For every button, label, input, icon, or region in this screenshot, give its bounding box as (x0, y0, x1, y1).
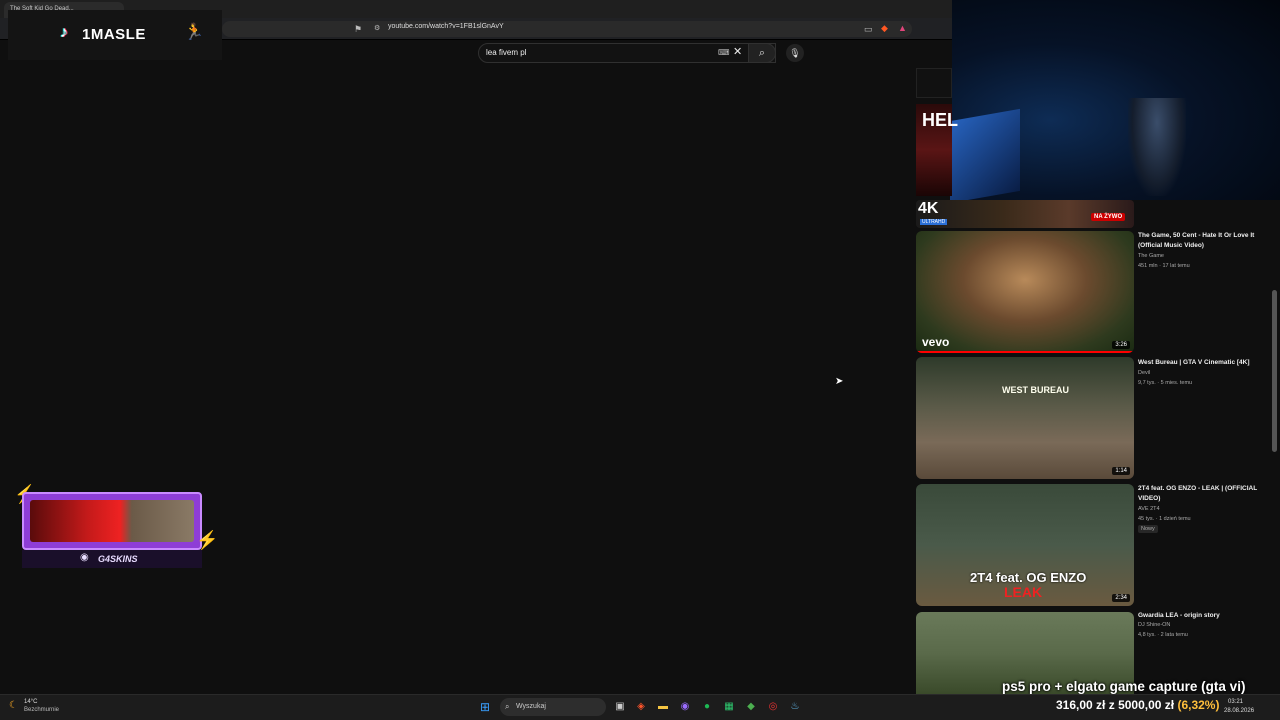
video-title[interactable]: Gwardia LEA - origin story (1138, 611, 1268, 621)
file-explorer-icon[interactable]: ▬ (656, 700, 670, 714)
weather-temp[interactable]: 14°C (24, 699, 37, 705)
runner-icon: 🏃 (184, 24, 204, 41)
brave-browser-icon[interactable]: ◈ (634, 700, 648, 714)
goal-current: 316,00 zł (1056, 698, 1106, 712)
thumbnail-partial[interactable] (916, 68, 952, 98)
search-button[interactable]: ⌕ (748, 43, 776, 63)
label-4k: 4K (918, 200, 939, 217)
stream-title-overlay: ps5 pro + elgato game capture (gta vi) (1002, 679, 1246, 694)
goal-separator: z (1108, 698, 1115, 712)
video-age: 17 lat temu (1162, 263, 1190, 269)
thumbnail-label: vevo (922, 335, 950, 349)
video-title[interactable]: 2T4 feat. OG ENZO - LEAK | (OFFICIAL VID… (1138, 484, 1268, 504)
task-view-icon[interactable]: ▣ (613, 700, 627, 714)
clock-date[interactable]: 28.08.2026 (1224, 708, 1254, 714)
tiktok-icon: ♪ (60, 24, 68, 41)
video-thumbnail[interactable]: vevo 3:26 (916, 231, 1134, 353)
spotify-icon[interactable]: ● (700, 700, 714, 714)
taskbar-search-placeholder: Wyszukaj (516, 703, 546, 710)
brave-shield-icon[interactable]: ◆ (881, 23, 888, 33)
view-count: 9,7 tys. (1138, 380, 1156, 386)
view-count: 451 mln (1138, 263, 1158, 269)
video-meta: 45 tys. · 1 dzień temu (1138, 516, 1191, 522)
goal-target: 5000,00 zł (1118, 698, 1175, 712)
knife-skin-image (30, 500, 194, 542)
skins-sponsor-text: G4SKINS (98, 554, 138, 564)
video-age: 2 lata temu (1160, 632, 1188, 638)
video-duration: 2:34 (1112, 594, 1130, 602)
obs-icon[interactable]: ◆ (744, 700, 758, 714)
thumbnail-label: HEL (922, 110, 958, 130)
watch-progress (916, 351, 1134, 353)
view-count: 45 tys. (1138, 516, 1155, 522)
gaming-app-icon[interactable]: ▦ (722, 700, 736, 714)
label-ultrahd: ULTRAHD (920, 219, 948, 225)
video-title[interactable]: The Game, 50 Cent - Hate It Or Love It (… (1138, 231, 1268, 251)
video-thumbnail[interactable]: 2T4 feat. OG ENZO LEAK 2:34 (916, 484, 1134, 606)
webcam-monitor-glow (950, 108, 1020, 204)
windows-start-icon[interactable]: ⊞ (478, 700, 492, 714)
webcam-person (1128, 98, 1186, 196)
url-text[interactable]: youtube.com/watch?v=1FB1slGnAvY (388, 23, 504, 30)
video-meta: 4,8 tys. · 2 lata temu (1138, 632, 1188, 638)
new-badge: Nowy (1138, 525, 1158, 533)
channel-name[interactable]: DJ Shine-ON (1138, 622, 1170, 628)
channel-name[interactable]: Devil (1138, 370, 1150, 376)
discord-icon[interactable]: ◉ (678, 700, 692, 714)
channel-name[interactable]: AVE 2T4 (1138, 506, 1160, 512)
sidebar-scrollbar[interactable] (1272, 290, 1277, 452)
video-title[interactable]: West Bureau | GTA V Cinematic [4K] (1138, 358, 1268, 368)
skins-logo-icon: ◉ (80, 552, 89, 563)
video-duration: 3:26 (1112, 341, 1130, 349)
weather-icon[interactable]: ☾ (9, 700, 18, 711)
site-info-icon[interactable]: ⚙ (374, 24, 380, 34)
cast-icon[interactable]: ▭ (864, 24, 873, 34)
thumbnail-label: 2T4 feat. OG ENZO (970, 570, 1087, 585)
brave-rewards-icon[interactable]: ▲ (898, 23, 907, 33)
cursor-icon: ➤ (835, 376, 844, 387)
keyboard-icon[interactable]: ⌨ (718, 48, 730, 58)
video-meta: 451 mln · 17 lat temu (1138, 263, 1190, 269)
clock-time[interactable]: 03:21 (1228, 699, 1243, 705)
steam-icon[interactable]: ♨ (788, 700, 802, 714)
search-icon: ⌕ (505, 702, 510, 711)
thumbnail-label: LEAK (1004, 584, 1043, 600)
view-count: 4,8 tys. (1138, 632, 1156, 638)
channel-name[interactable]: The Game (1138, 253, 1164, 259)
video-age: 1 dzień temu (1159, 516, 1191, 522)
voice-search-button[interactable]: 🎙 (786, 44, 804, 62)
microphone-icon: 🎙 (789, 48, 801, 58)
video-age: 5 mies. temu (1160, 380, 1193, 386)
bookmark-icon[interactable]: ⚑ (354, 24, 362, 34)
search-query[interactable]: lea fivem pl (486, 48, 526, 57)
goal-percent: (6,32%) (1177, 698, 1220, 712)
donation-goal: 316,00 zł z 5000,00 zł (6,32%) (1056, 698, 1219, 712)
address-bar[interactable] (222, 21, 912, 37)
live-badge: NA ŻYWO (1091, 213, 1126, 221)
lightning-icon: ⚡ (196, 530, 219, 550)
video-thumbnail[interactable]: WEST BUREAU 1:14 (916, 357, 1134, 479)
weather-desc[interactable]: Bezchmurnie (24, 707, 59, 713)
clear-search-icon[interactable]: ✕ (733, 47, 742, 58)
video-meta: 9,7 tys. · 5 mies. temu (1138, 380, 1193, 386)
video-duration: 1:14 (1112, 467, 1130, 475)
taskbar-search[interactable]: Wyszukaj (500, 698, 606, 716)
thumbnail-label: WEST BUREAU (1002, 385, 1069, 395)
logo-text: 1MASLE (82, 26, 146, 43)
search-icon: ⌕ (758, 47, 766, 59)
app-icon[interactable]: ◎ (766, 700, 780, 714)
